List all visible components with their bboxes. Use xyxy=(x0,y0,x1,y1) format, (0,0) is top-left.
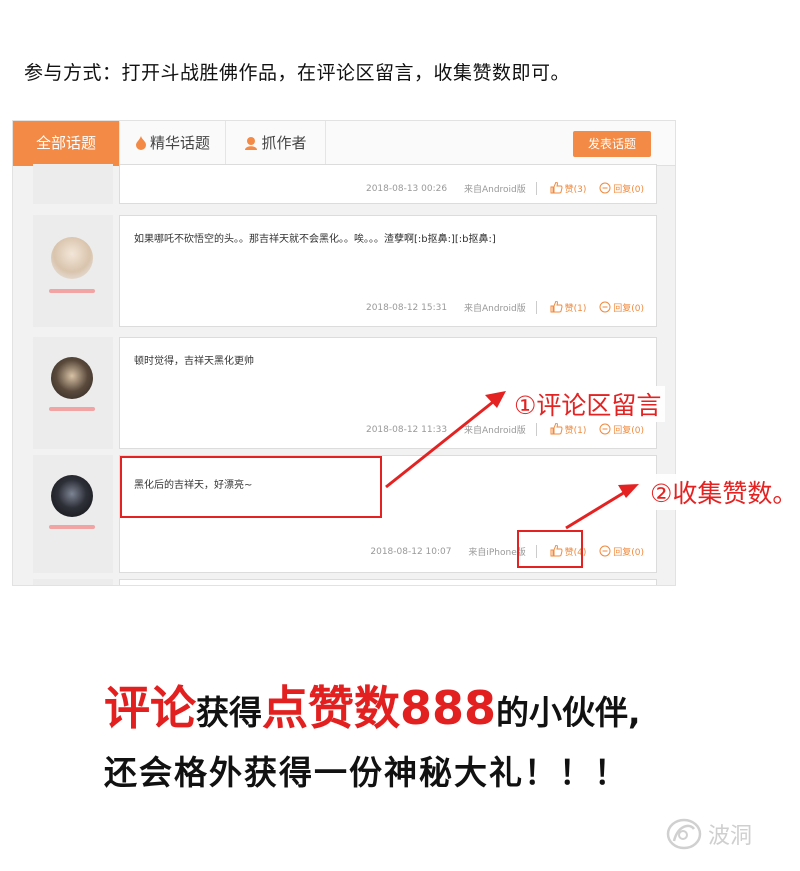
promo-partner: 的小伙伴, xyxy=(496,693,641,732)
like-button[interactable]: 赞(1) xyxy=(550,300,587,314)
promo-line2: 还会格外获得一份神秘大礼！！！ xyxy=(104,753,629,792)
username[interactable] xyxy=(49,407,95,411)
avatar-column xyxy=(33,455,113,573)
reply-icon xyxy=(599,545,611,557)
comment-source: 来自Android版 xyxy=(464,182,537,195)
instruction-text: 参与方式：打开斗战胜佛作品，在评论区留言，收集赞数即可。 xyxy=(24,62,571,84)
watermark: 波洞 xyxy=(666,817,752,851)
flame-icon xyxy=(135,136,146,150)
post-topic-button[interactable]: 发表话题 xyxy=(573,131,651,157)
reply-count: 回复(0) xyxy=(613,304,644,314)
comment-item: 如果哪吒不砍悟空的头。。那吉祥天就不会黑化。。唉。。。渣孽啊[:b抠鼻:][:b… xyxy=(33,215,657,327)
promo-get: 获得 xyxy=(196,693,262,732)
avatar[interactable] xyxy=(51,357,93,399)
step2-label: ②收集赞数。 xyxy=(646,474,800,510)
like-count: 赞(3) xyxy=(564,185,587,195)
tab-label: 抓作者 xyxy=(261,134,307,152)
thumbs-up-icon xyxy=(550,300,563,313)
like-button[interactable]: 赞(3) xyxy=(550,181,587,195)
promo-line1: 评论获得点赞数888的小伙伴, xyxy=(104,676,641,751)
like-count: 赞(1) xyxy=(564,426,587,436)
thumbs-up-icon xyxy=(550,181,563,194)
comment-meta: 2018-08-12 10:07 来自iPhone版 赞(4) 回复(0) xyxy=(370,544,644,558)
promo-block: 评论获得点赞数888的小伙伴, 还会格外获得一份神秘大礼！！！ xyxy=(104,676,641,795)
reply-count: 回复(0) xyxy=(613,426,644,436)
like-highlight-box xyxy=(517,530,583,568)
topic-tabbar: 全部话题 精华话题 抓作者 发表话题 xyxy=(13,121,675,166)
thumbs-up-icon xyxy=(550,422,563,435)
reply-count: 回复(0) xyxy=(613,185,644,195)
tab-catch-author[interactable]: 抓作者 xyxy=(226,121,326,166)
tab-label: 全部话题 xyxy=(35,134,96,152)
reply-button[interactable]: 回复(0) xyxy=(599,182,644,195)
comment-text: 如果哪吒不砍悟空的头。。那吉祥天就不会黑化。。唉。。。渣孽啊[:b抠鼻:][:b… xyxy=(134,234,496,245)
avatar-column xyxy=(33,215,113,327)
comment-source: 来自Android版 xyxy=(464,423,537,436)
reply-icon xyxy=(599,182,611,194)
promo-like-count: 点赞数888 xyxy=(262,681,497,735)
tab-all-topics[interactable]: 全部话题 xyxy=(13,121,120,166)
step1-label: ①评论区留言 xyxy=(510,386,666,422)
reply-button[interactable]: 回复(0) xyxy=(599,423,644,436)
person-icon xyxy=(245,137,258,150)
comment-bubble: 如果哪吒不砍悟空的头。。那吉祥天就不会黑化。。唉。。。渣孽啊[:b抠鼻:][:b… xyxy=(119,215,657,327)
username[interactable] xyxy=(49,289,95,293)
username[interactable] xyxy=(49,525,95,529)
comment-meta: 2018-08-13 00:26 来自Android版 赞(3) 回复(0) xyxy=(365,181,644,195)
promo-comment: 评论 xyxy=(104,681,196,735)
watermark-text: 波洞 xyxy=(708,824,753,849)
comment-item xyxy=(33,579,657,585)
like-button[interactable]: 赞(1) xyxy=(550,422,587,436)
comment-time: 2018-08-12 15:31 xyxy=(365,302,448,313)
comment-meta: 2018-08-12 15:31 来自Android版 赞(1) 回复(0) xyxy=(365,300,644,314)
comment-source: 来自Android版 xyxy=(464,301,537,314)
avatar[interactable] xyxy=(51,237,93,279)
tab-featured-topics[interactable]: 精华话题 xyxy=(120,121,226,166)
avatar-column xyxy=(33,164,113,204)
avatar[interactable] xyxy=(51,475,93,517)
comment-bubble xyxy=(119,579,657,585)
comment-meta: 2018-08-12 11:33 来自Android版 赞(1) 回复(0) xyxy=(365,422,644,436)
comment-highlight-box xyxy=(120,456,382,518)
reply-button[interactable]: 回复(0) xyxy=(599,545,644,558)
comment-time: 2018-08-12 11:33 xyxy=(365,424,448,435)
avatar-column xyxy=(33,337,113,449)
reply-icon xyxy=(599,423,611,435)
comment-text: 顿时觉得，吉祥天黑化更帅 xyxy=(134,356,254,367)
comment-time: 2018-08-13 00:26 xyxy=(365,183,448,194)
reply-count: 回复(0) xyxy=(613,548,644,558)
reply-icon xyxy=(599,301,611,313)
tab-label: 精华话题 xyxy=(149,134,210,152)
avatar-column xyxy=(33,579,113,585)
comment-item: 2018-08-13 00:26 来自Android版 赞(3) 回复(0) xyxy=(33,164,657,204)
comment-time: 2018-08-12 10:07 xyxy=(370,546,452,557)
reply-button[interactable]: 回复(0) xyxy=(599,301,644,314)
like-count: 赞(1) xyxy=(564,304,587,314)
bodong-logo-icon xyxy=(666,818,702,850)
comment-bubble: 2018-08-13 00:26 来自Android版 赞(3) 回复(0) xyxy=(119,164,657,204)
